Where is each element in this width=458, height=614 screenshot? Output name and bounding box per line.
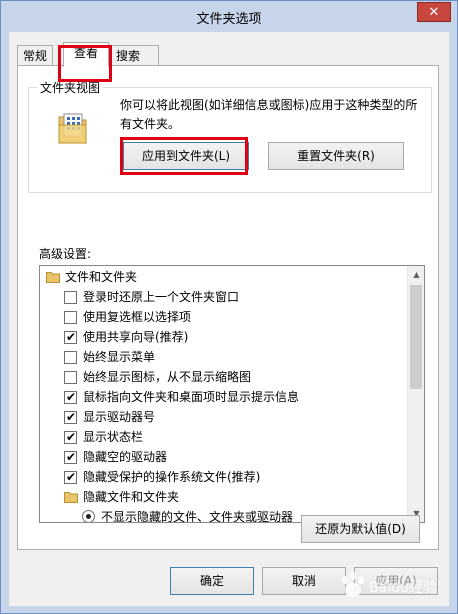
tree-item-label: 不显示隐藏的文件、文件夹或驱动器 <box>101 510 294 523</box>
scrollbar-thumb[interactable] <box>410 285 422 389</box>
tree-item-label: 登录时还原上一个文件夹窗口 <box>83 290 240 304</box>
checked-checkbox[interactable]: ✔ <box>64 430 77 444</box>
title-bar[interactable]: 文件夹选项 ✕ <box>1 1 457 31</box>
tree-checkbox-option[interactable]: 使用复选框以选择项 <box>40 307 406 327</box>
watermark-text: Baidu经验 <box>369 580 437 596</box>
tree-item-label: 鼠标指向文件夹和桌面项时显示提示信息 <box>83 390 300 404</box>
unchecked-checkbox[interactable] <box>64 311 77 324</box>
tree-item-label: 使用复选框以选择项 <box>83 310 192 324</box>
tab-view-highlight-box <box>58 45 112 82</box>
baidu-jingyan-watermark: Baidu经验 <box>342 572 437 597</box>
folder-views-description: 你可以将此视图(如详细信息或图标)应用于这种类型的所有文件夹。 <box>120 98 418 131</box>
radio-dot-icon <box>86 514 91 519</box>
checkmark-icon: ✔ <box>65 430 77 444</box>
tab-search[interactable]: 搜索 <box>110 45 159 66</box>
tree-item-label: 显示驱动器号 <box>83 410 156 424</box>
checked-checkbox[interactable]: ✔ <box>64 330 77 344</box>
tree-item-label: 使用共享向导(推荐) <box>83 330 189 344</box>
folder-view-icon <box>58 113 87 144</box>
advanced-settings-tree[interactable]: 不显示隐藏的文件、文件夹或驱动器 隐藏文件和文件夹 ✔ 隐藏受保护的操作系统文件(推荐… <box>39 265 425 523</box>
restore-defaults-button[interactable]: 还原为默认值(D) <box>301 515 420 543</box>
checkmark-icon: ✔ <box>65 410 77 424</box>
checked-checkbox[interactable]: ✔ <box>64 450 77 464</box>
window-title: 文件夹选项 <box>196 12 262 27</box>
tree-folder-node: 文件和文件夹 <box>40 267 406 287</box>
reset-folders-button[interactable]: 重置文件夹(R) <box>268 142 404 170</box>
checkmark-icon: ✔ <box>65 450 77 464</box>
tree-folder-node: 隐藏文件和文件夹 <box>40 487 406 507</box>
tree-checkbox-option[interactable]: ✔ 隐藏受保护的操作系统文件(推荐) <box>40 467 406 487</box>
tree-item-label: 隐藏受保护的操作系统文件(推荐) <box>83 470 261 484</box>
tab-general[interactable]: 常规 <box>17 45 54 66</box>
ok-button[interactable]: 确定 <box>170 567 254 595</box>
checkmark-icon: ✔ <box>65 330 77 344</box>
tree-item-label: 始终显示菜单 <box>83 350 156 364</box>
tree-item-label: 文件和文件夹 <box>65 270 138 284</box>
dialog-client-area: 常规 查看 搜索 文件夹视图 你可以将此视图(如详细信息或图标)应用于这种类型的… <box>9 32 449 606</box>
checked-checkbox[interactable]: ✔ <box>64 470 77 484</box>
tree-checkbox-option[interactable]: ✔ 显示状态栏 <box>40 427 406 447</box>
selected-radio-button[interactable] <box>82 510 95 522</box>
checked-checkbox[interactable]: ✔ <box>64 410 77 424</box>
close-button[interactable]: ✕ <box>417 2 451 22</box>
folder-options-dialog: 文件夹选项 ✕ 常规 查看 搜索 文件夹视图 你可以将此视图(如详细信息或图标)… <box>0 0 458 614</box>
checkmark-icon: ✔ <box>65 470 77 484</box>
tree-checkbox-option[interactable]: 登录时还原上一个文件夹窗口 <box>40 287 406 307</box>
tree-item-label: 隐藏空的驱动器 <box>83 450 168 464</box>
apply-button-highlight-box <box>120 137 248 175</box>
tree-checkbox-option[interactable]: ✔ 显示驱动器号 <box>40 407 406 427</box>
tree-checkbox-option[interactable]: ✔ 使用共享向导(推荐) <box>40 327 406 347</box>
tree-checkbox-option[interactable]: 始终显示图标，从不显示缩略图 <box>40 367 406 387</box>
folder-icon <box>64 492 78 503</box>
tree-item-label: 显示状态栏 <box>83 430 144 444</box>
tree-item-label: 隐藏文件和文件夹 <box>83 490 180 504</box>
tab-strip: 常规 查看 搜索 <box>9 42 449 82</box>
advanced-settings-label: 高级设置: <box>39 247 92 261</box>
checkmark-icon: ✔ <box>65 390 77 404</box>
tree-item-label: 始终显示图标，从不显示缩略图 <box>83 370 252 384</box>
scroll-up-arrow-icon[interactable]: ▲ <box>408 266 424 283</box>
tree-checkbox-option[interactable]: 始终显示菜单 <box>40 347 406 367</box>
vertical-scrollbar[interactable]: ▲ ▼ <box>407 266 424 522</box>
unchecked-checkbox[interactable] <box>64 351 77 364</box>
checked-checkbox[interactable]: ✔ <box>64 390 77 404</box>
unchecked-checkbox[interactable] <box>64 291 77 304</box>
tree-checkbox-option[interactable]: ✔ 隐藏空的驱动器 <box>40 447 406 467</box>
tree-checkbox-option[interactable]: ✔ 鼠标指向文件夹和桌面项时显示提示信息 <box>40 387 406 407</box>
unchecked-checkbox[interactable] <box>64 371 77 384</box>
folder-icon <box>46 272 60 283</box>
